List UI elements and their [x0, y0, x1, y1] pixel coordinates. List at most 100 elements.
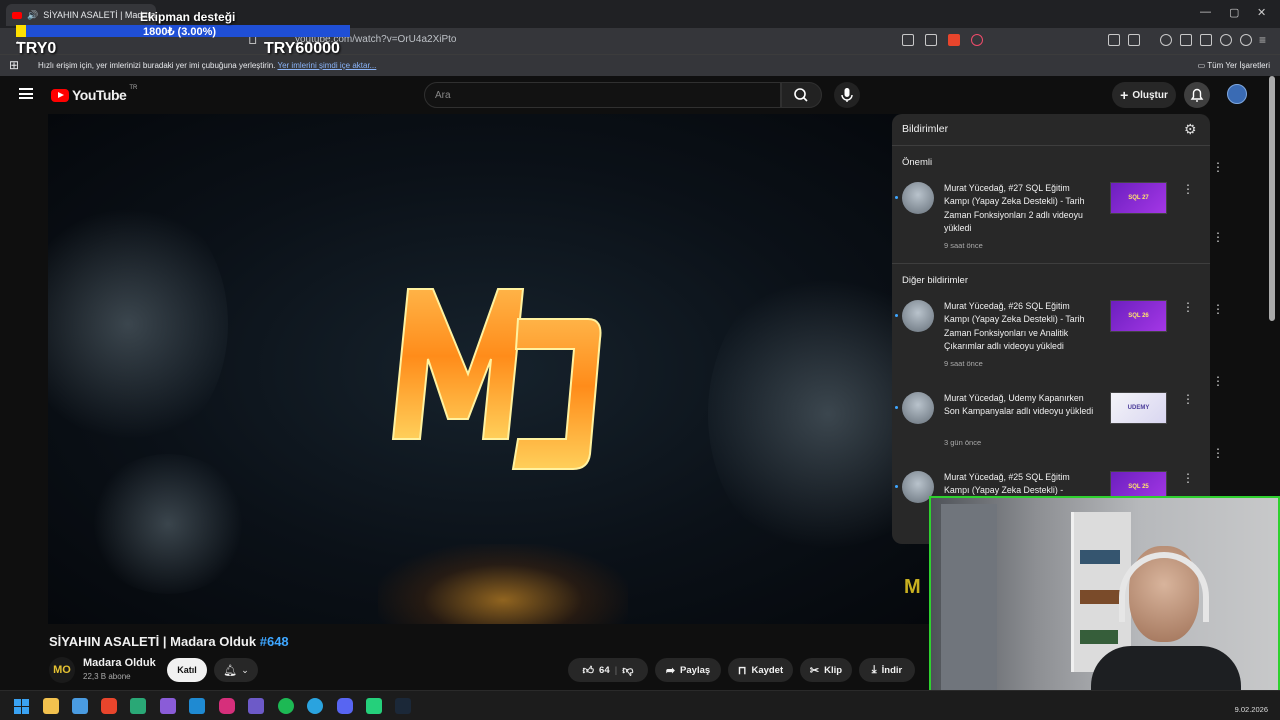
channel-watermark: M	[904, 576, 921, 598]
speaker-icon: 🔊	[27, 9, 39, 20]
page-scrollbar[interactable]	[1269, 76, 1275, 321]
taskbar-date: 9.02.2026	[1234, 705, 1268, 714]
search-input[interactable]	[425, 83, 780, 108]
youtube-favicon-icon	[12, 11, 22, 19]
telegram-icon[interactable]	[307, 698, 323, 714]
share-label: Paylaş	[680, 664, 711, 676]
menu-icon[interactable]: ≡	[1259, 33, 1266, 47]
windows-start-icon[interactable]	[14, 699, 29, 714]
thumbs-down-icon[interactable]: 👎︎	[622, 664, 633, 677]
unread-dot	[895, 314, 898, 317]
brave-shield-icon[interactable]	[948, 34, 960, 46]
pen-app-icon[interactable]	[248, 698, 264, 714]
more-options-icon[interactable]: ⋮	[1212, 160, 1224, 174]
madara-olduk-fire-logo	[391, 288, 602, 470]
spotify-icon[interactable]	[278, 698, 294, 714]
download-button[interactable]: ⤓ İndir	[859, 658, 915, 682]
file-explorer-icon[interactable]	[43, 698, 59, 714]
brave-rewards-icon[interactable]	[971, 34, 983, 46]
download-label: İndir	[881, 664, 903, 676]
brave-browser-icon[interactable]	[101, 698, 117, 714]
divider	[892, 263, 1210, 264]
subscriber-count: 22,3 B abone	[83, 672, 131, 681]
minimize-icon[interactable]: —	[1200, 6, 1211, 18]
leo-ai-icon[interactable]	[1220, 34, 1232, 46]
visual-studio-icon[interactable]	[160, 698, 176, 714]
browser-tabbar: 🔊 SİYAHIN ASALETİ | Madara O — ▢ ✕	[0, 0, 1280, 28]
more-options-icon[interactable]: ⋮	[1212, 230, 1224, 244]
vpn-icon[interactable]	[1240, 34, 1252, 46]
subscription-bell-button[interactable]: 🔔︎ ⌄	[214, 658, 258, 682]
bookmarks-hint-text: Hızlı erişim için, yer imlerinizi burada…	[38, 61, 276, 70]
more-options-icon[interactable]: ⋮	[1182, 392, 1194, 406]
download-icon: ⤓	[871, 663, 877, 676]
bell-icon: 🔔︎	[223, 664, 238, 677]
share-button[interactable]: ➦ Paylaş	[655, 658, 721, 682]
sidebar-icon[interactable]	[1180, 34, 1192, 46]
channel-avatar[interactable]: MO	[49, 657, 75, 683]
cast-icon[interactable]	[902, 34, 914, 46]
smoke-effect	[48, 194, 228, 454]
save-button[interactable]: ⊓ Kaydet	[728, 658, 793, 682]
instagram-icon[interactable]	[219, 698, 235, 714]
back-icon[interactable]: ←	[14, 33, 26, 47]
share-icon[interactable]	[925, 34, 937, 46]
share-arrow-icon: ➦	[665, 664, 676, 677]
like-button[interactable]: 👍︎ 64	[583, 664, 610, 677]
create-label: Oluştur	[1132, 89, 1168, 101]
like-dislike-group: 👍︎ 64 | 👎︎	[568, 658, 648, 682]
vscode-icon[interactable]	[189, 698, 205, 714]
search-button[interactable]	[781, 82, 822, 108]
microphone-icon	[841, 88, 853, 102]
photos-icon[interactable]	[72, 698, 88, 714]
extension-icon[interactable]	[1108, 34, 1120, 46]
more-options-icon[interactable]: ⋮	[1212, 374, 1224, 388]
join-button[interactable]: Katıl	[167, 658, 207, 682]
video-player[interactable]: M	[48, 114, 931, 624]
notification-item[interactable]: Murat Yücedağ, #27 SQL Eğitim Kampı (Yap…	[892, 182, 1210, 272]
more-options-icon[interactable]: ⋮	[1182, 471, 1194, 485]
discord-icon[interactable]	[337, 698, 353, 714]
youtube-header: YouTube TR + Oluştur	[0, 76, 1280, 114]
more-options-icon[interactable]: ⋮	[1182, 300, 1194, 314]
avatar	[902, 300, 934, 332]
more-options-icon[interactable]: ⋮	[1182, 182, 1194, 196]
notification-text: Murat Yücedağ, Udemy Kapanırken Son Kamp…	[944, 393, 1094, 417]
clip-button[interactable]: ✂ Klip	[800, 658, 852, 682]
channel-name[interactable]: Madara Olduk	[83, 657, 156, 669]
notification-thumbnail: SQL 26	[1110, 300, 1167, 332]
region-code: TR	[129, 85, 138, 91]
more-options-icon[interactable]: ⋮	[1212, 446, 1224, 460]
steam-icon[interactable]	[395, 698, 411, 714]
screenshot-icon[interactable]	[1128, 34, 1140, 46]
folder-icon: ▭	[1197, 61, 1206, 70]
import-bookmarks-link[interactable]: Yer imlerini şimdi içe aktar...	[277, 61, 376, 70]
create-button[interactable]: + Oluştur	[1112, 82, 1176, 108]
bookmark-icon[interactable]: ⊔	[248, 33, 257, 47]
wallet-icon[interactable]	[1200, 34, 1212, 46]
youtube-logo[interactable]: YouTube TR	[51, 85, 138, 103]
streamer	[1091, 546, 1241, 696]
notification-item[interactable]: Murat Yücedağ, Udemy Kapanırken Son Kamp…	[892, 392, 1210, 482]
music-icon[interactable]	[1160, 34, 1172, 46]
close-window-icon[interactable]: ✕	[1257, 6, 1266, 19]
account-avatar[interactable]	[1227, 84, 1247, 104]
unread-dot	[895, 196, 898, 199]
notification-item[interactable]: Murat Yücedağ, #26 SQL Eğitim Kampı (Yap…	[892, 300, 1210, 390]
all-bookmarks[interactable]: ▭ Tüm Yer İşaretleri	[1198, 61, 1270, 70]
voice-search-button[interactable]	[834, 82, 860, 108]
apps-grid-icon[interactable]: ⊞	[9, 58, 19, 72]
url-field[interactable]: youtube.com/watch?v=OrU4a2XiPto	[295, 34, 456, 45]
notification-thumbnail: UDEMY	[1110, 392, 1167, 424]
plus-icon: +	[1120, 87, 1129, 103]
hamburger-menu-icon[interactable]	[19, 88, 33, 99]
youtube-play-icon	[51, 88, 69, 102]
maximize-icon[interactable]: ▢	[1229, 6, 1239, 19]
more-options-icon[interactable]: ⋮	[1212, 302, 1224, 316]
app-icon[interactable]	[130, 698, 146, 714]
obs-plugin-icon[interactable]	[366, 698, 382, 714]
gear-icon[interactable]: ⚙	[1184, 121, 1197, 138]
browser-tab[interactable]: 🔊 SİYAHIN ASALETİ | Madara O	[6, 4, 156, 26]
notifications-button[interactable]	[1184, 82, 1210, 108]
video-hashtag[interactable]: #648	[260, 634, 289, 649]
